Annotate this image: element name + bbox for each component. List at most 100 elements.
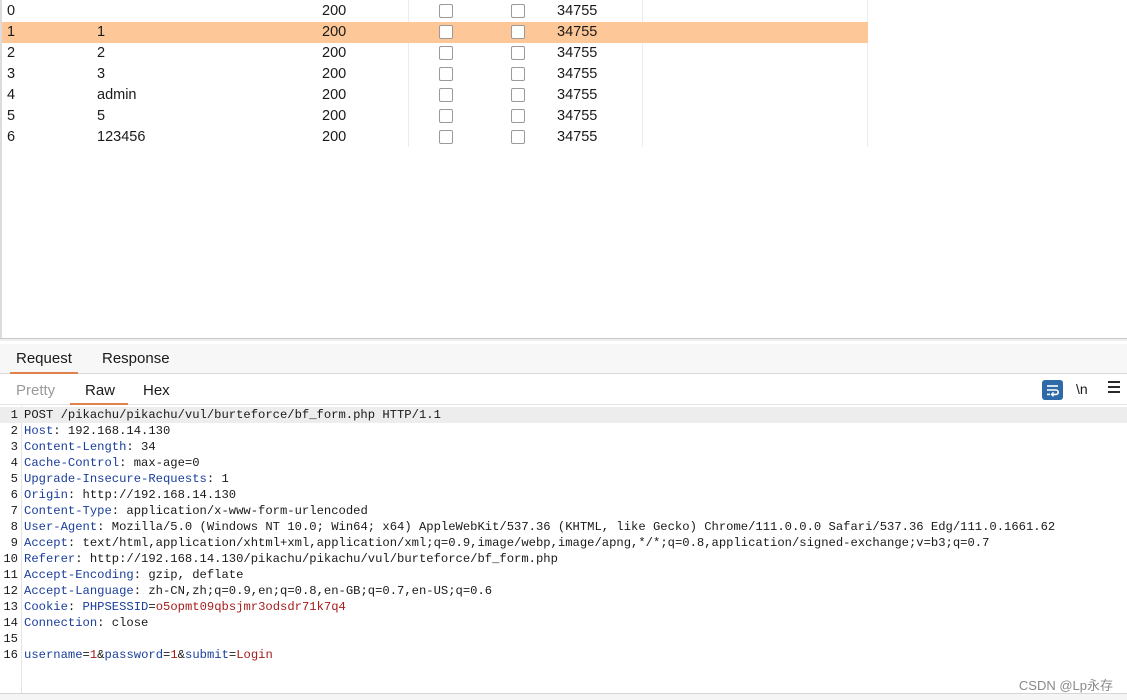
- request-line: 8 User-Agent: Mozilla/5.0 (Windows NT 10.…: [0, 519, 1127, 535]
- pane-splitter[interactable]: [0, 338, 1127, 341]
- request-line: 15: [0, 631, 1127, 647]
- request-line: 14 Connection: close: [0, 615, 1127, 631]
- table-row[interactable]: 0 200 34755: [2, 1, 868, 22]
- line-content: Referer: http://192.168.14.130/pikachu/p…: [24, 552, 558, 566]
- table-row[interactable]: 4 admin 200 34755: [2, 85, 868, 106]
- status-code-cell: 200: [322, 66, 347, 82]
- error-checkbox[interactable]: [439, 46, 453, 60]
- header-name: Host: [24, 424, 54, 438]
- line-number: 7: [10, 504, 18, 518]
- header-value: http://192.168.14.130: [75, 488, 237, 502]
- timeout-checkbox[interactable]: [511, 46, 525, 60]
- header-value: 192.168.14.130: [60, 424, 171, 438]
- timeout-checkbox[interactable]: [511, 4, 525, 18]
- header-name: Accept-Encoding: [24, 568, 134, 582]
- payload-cell: admin: [97, 87, 137, 103]
- header-value: 1: [214, 472, 229, 486]
- header-name: Referer: [24, 552, 76, 566]
- payload-cell: 2: [97, 45, 106, 61]
- length-cell: 34755: [557, 24, 598, 40]
- error-checkbox[interactable]: [439, 67, 453, 81]
- length-cell: 34755: [557, 3, 598, 19]
- header-value: 34: [133, 440, 156, 454]
- request-line: 10 Referer: http://192.168.14.130/pikachu…: [0, 551, 1127, 567]
- request-line: 3 Content-Length: 34: [0, 439, 1127, 455]
- error-checkbox[interactable]: [439, 88, 453, 102]
- status-code-cell: 200: [322, 3, 347, 19]
- tab-request[interactable]: Request: [10, 344, 78, 374]
- timeout-checkbox[interactable]: [511, 109, 525, 123]
- request-line: 9 Accept: text/html,application/xhtml+xml…: [0, 535, 1127, 551]
- line-content: Host: 192.168.14.130: [24, 424, 171, 438]
- table-row[interactable]: 3 3 200 34755: [2, 64, 868, 85]
- line-content: Connection: close: [24, 616, 149, 630]
- timeout-checkbox[interactable]: [511, 67, 525, 81]
- show-newlines-button[interactable]: \n: [1076, 379, 1088, 399]
- header-name: Content-Type: [24, 504, 112, 518]
- cookie-value: o5opmt09qbsjmr3odsdr71k7q4: [155, 600, 346, 614]
- status-code-cell: 200: [322, 108, 347, 124]
- request-number-cell: 3: [7, 66, 16, 82]
- line-number: 10: [3, 552, 18, 566]
- tab-pretty[interactable]: Pretty: [16, 375, 55, 405]
- error-checkbox[interactable]: [439, 109, 453, 123]
- payload-cell: 123456: [97, 129, 146, 145]
- tab-raw[interactable]: Raw: [69, 375, 129, 405]
- request-line: 5 Upgrade-Insecure-Requests: 1: [0, 471, 1127, 487]
- request-number-cell: 4: [7, 87, 16, 103]
- line-number: 13: [3, 600, 18, 614]
- request-number-cell: 0: [7, 3, 16, 19]
- line-content: Upgrade-Insecure-Requests: 1: [24, 472, 229, 486]
- header-name: Connection: [24, 616, 98, 630]
- line-number: 11: [3, 568, 18, 582]
- line-number: 15: [3, 632, 18, 646]
- editor-footer: [0, 693, 1127, 700]
- timeout-checkbox[interactable]: [511, 25, 525, 39]
- table-row[interactable]: 6 123456 200 34755: [2, 127, 868, 148]
- length-cell: 34755: [557, 45, 598, 61]
- length-cell: 34755: [557, 87, 598, 103]
- error-checkbox[interactable]: [439, 4, 453, 18]
- header-value: Mozilla/5.0 (Windows NT 10.0; Win64; x64…: [104, 520, 1056, 534]
- message-tabs: Request Response: [0, 344, 1127, 374]
- cookie-name: PHPSESSID: [82, 600, 149, 614]
- request-number-cell: 2: [7, 45, 16, 61]
- param-name: submit: [185, 648, 229, 662]
- request-number-cell: 6: [7, 129, 16, 145]
- error-checkbox[interactable]: [439, 25, 453, 39]
- table-row[interactable]: 1 1 200 34755: [2, 22, 868, 43]
- results-table: 0 200 34755 1 1 200 34755 2 2 200 34755 3 3 200 34755 4…: [0, 0, 1127, 341]
- payload-cell: 1: [97, 24, 106, 40]
- header-value: close: [104, 616, 149, 630]
- timeout-checkbox[interactable]: [511, 130, 525, 144]
- request-line-text: POST /pikachu/pikachu/vul/burteforce/bf_…: [24, 408, 441, 422]
- watermark: CSDN @Lp永存: [1018, 678, 1113, 693]
- error-checkbox[interactable]: [439, 130, 453, 144]
- status-code-cell: 200: [322, 45, 347, 61]
- line-content: Cookie: PHPSESSID=o5opmt09qbsjmr3odsdr71…: [24, 600, 346, 614]
- raw-request-editor[interactable]: 1 POST /pikachu/pikachu/vul/burteforce/bf…: [0, 406, 1127, 694]
- param-name: password: [104, 648, 164, 662]
- line-number: 4: [10, 456, 18, 470]
- request-line: 12 Accept-Language: zh-CN,zh;q=0.9,en;q=0…: [0, 583, 1127, 599]
- line-content: Content-Type: application/x-www-form-url…: [24, 504, 368, 518]
- table-row[interactable]: 2 2 200 34755: [2, 43, 868, 64]
- timeout-checkbox[interactable]: [511, 88, 525, 102]
- header-name: Accept-Language: [24, 584, 134, 598]
- header-value: application/x-www-form-urlencoded: [119, 504, 368, 518]
- line-number: 2: [10, 424, 18, 438]
- line-content: username=1&password=1&submit=Login: [24, 648, 273, 662]
- header-name: Upgrade-Insecure-Requests: [24, 472, 207, 486]
- hamburger-menu-icon[interactable]: [1108, 381, 1120, 395]
- tab-response[interactable]: Response: [102, 344, 170, 374]
- wrap-lines-button[interactable]: [1042, 380, 1063, 400]
- header-value: zh-CN,zh;q=0.9,en;q=0.8,en-GB;q=0.7,en-U…: [141, 584, 493, 598]
- length-cell: 34755: [557, 129, 598, 145]
- request-number-cell: 1: [7, 24, 16, 40]
- view-tabs: Pretty Raw Hex: [0, 375, 1127, 405]
- length-cell: 34755: [557, 66, 598, 82]
- status-code-cell: 200: [322, 129, 347, 145]
- table-row[interactable]: 5 5 200 34755: [2, 106, 868, 127]
- tab-hex[interactable]: Hex: [143, 375, 170, 405]
- line-number: 5: [10, 472, 18, 486]
